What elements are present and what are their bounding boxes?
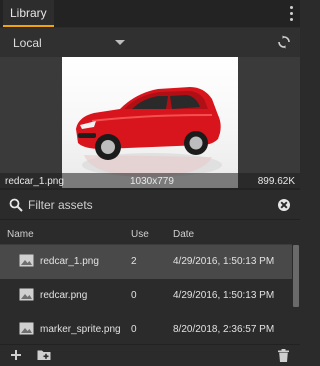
source-selected-label: Local [13, 36, 42, 50]
more-menu-button[interactable] [288, 6, 294, 21]
tab-library[interactable]: Library [3, 0, 54, 27]
add-asset-button[interactable] [10, 349, 22, 363]
row-use: 2 [131, 256, 137, 267]
preview-file-name: redcar_1.png [5, 176, 64, 187]
preview-file-size: 899.62K [257, 176, 295, 187]
column-header-date[interactable]: Date [173, 229, 194, 240]
row-date: 4/29/2016, 1:50:13 PM [173, 256, 275, 267]
table-row[interactable]: marker_sprite.png 0 8/20/2018, 2:36:57 P… [0, 313, 292, 342]
tab-library-label: Library [10, 6, 47, 20]
delete-asset-button[interactable] [278, 349, 289, 363]
source-dropdown[interactable]: Local [0, 28, 140, 57]
asset-preview: redcar_1.png 1030x779 899.62K [0, 57, 300, 190]
filter-assets-input[interactable] [28, 195, 268, 215]
column-header-name[interactable]: Name [7, 229, 34, 240]
image-icon [19, 322, 34, 335]
image-icon [19, 288, 34, 301]
row-date: 4/29/2016, 1:50:13 PM [173, 290, 275, 301]
preview-dimensions: 1030x779 [130, 176, 174, 187]
search-icon [9, 198, 23, 212]
preview-info-bar: redcar_1.png 1030x779 899.62K [0, 173, 300, 190]
bottom-toolbar [0, 344, 300, 366]
image-icon [19, 254, 34, 267]
row-use: 0 [131, 290, 137, 301]
clear-filter-button[interactable] [278, 199, 290, 211]
table-row[interactable]: redcar.png 0 4/29/2016, 1:50:13 PM [0, 279, 292, 313]
table-row[interactable]: redcar_1.png 2 4/29/2016, 1:50:13 PM [0, 245, 292, 279]
sync-icon [278, 35, 290, 49]
row-name: redcar.png [40, 290, 88, 301]
row-name: redcar_1.png [40, 256, 99, 267]
car-image [76, 87, 222, 177]
add-folder-button[interactable] [37, 349, 51, 363]
more-vert-icon [290, 6, 293, 9]
sync-button[interactable] [277, 35, 291, 49]
add-folder-icon [37, 350, 51, 360]
asset-table-header: Name Use Date [0, 226, 300, 244]
row-date: 8/20/2018, 2:36:57 PM [173, 324, 275, 335]
asset-list: redcar_1.png 2 4/29/2016, 1:50:13 PM red… [0, 245, 292, 342]
panel-tab-bar: Library [0, 0, 300, 27]
row-use: 0 [131, 324, 137, 335]
column-header-use[interactable]: Use [131, 229, 149, 240]
caret-down-icon [115, 40, 125, 45]
trash-icon [278, 349, 289, 362]
scrollbar-thumb[interactable] [293, 245, 299, 307]
source-bar: Local [0, 28, 300, 57]
row-name: marker_sprite.png [40, 324, 121, 335]
active-tab-indicator [3, 25, 54, 27]
filter-bar [0, 190, 300, 220]
preview-image [62, 57, 238, 188]
add-icon [11, 350, 21, 360]
asset-list-scrollbar[interactable] [292, 245, 300, 342]
